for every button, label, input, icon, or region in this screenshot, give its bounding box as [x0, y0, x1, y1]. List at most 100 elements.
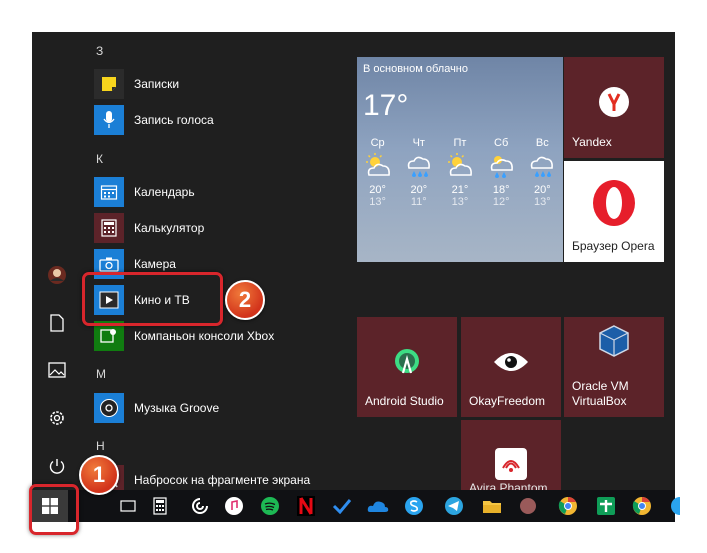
onedrive-icon: [367, 501, 389, 512]
forecast-day: Сб 18° 12°: [482, 137, 520, 208]
app-item-sticky-notes[interactable]: Записки: [94, 67, 324, 101]
tile-virtualbox[interactable]: Oracle VM VirtualBox: [564, 317, 664, 417]
tile-yandex[interactable]: Yandex: [564, 57, 664, 158]
highlight-start-button: [29, 484, 79, 535]
tile-label: Android Studio: [365, 394, 444, 408]
tile-avira-phantom[interactable]: Avira Phantom: [461, 420, 561, 490]
day-low: 11°: [410, 196, 427, 208]
virtualbox-icon: [599, 325, 629, 357]
partly-cloudy-icon: [365, 153, 390, 176]
app-label: Компаньон консоли Xbox: [134, 329, 275, 343]
tile-label: OkayFreedom: [469, 394, 546, 408]
taskbar-app[interactable]: [556, 494, 580, 518]
day-low: 13°: [369, 196, 386, 208]
forecast-day: Ср 20° 13°: [359, 137, 397, 208]
spotify-icon: [261, 497, 279, 515]
start-rail: [32, 32, 82, 490]
day-low: 13°: [534, 196, 551, 208]
taskbar-app[interactable]: [594, 494, 618, 518]
pictures-icon: [48, 362, 66, 378]
weather-tile[interactable]: В основном облачно 17° Ср 20° 13° Чт 20°…: [357, 57, 563, 262]
forecast-day: Вс 20° 13°: [523, 137, 561, 208]
tile-label: Avira Phantom: [469, 481, 548, 490]
documents-button[interactable]: [32, 301, 82, 345]
app-item-groove-music[interactable]: Музыка Groove: [94, 391, 324, 425]
task-view-icon: [120, 500, 136, 512]
taskbar-app[interactable]: [480, 494, 504, 518]
tile-okayfreedom[interactable]: OkayFreedom: [461, 317, 561, 417]
taskbar-app[interactable]: [148, 494, 172, 518]
day-high: 21°: [451, 184, 469, 196]
section-letter[interactable]: Н: [96, 439, 105, 453]
app-item-calendar[interactable]: Календарь: [94, 175, 324, 209]
day-high: 20°: [410, 184, 428, 196]
app-label: Набросок на фрагменте экрана: [134, 473, 311, 487]
user-avatar[interactable]: [32, 253, 82, 297]
section-letter[interactable]: М: [96, 367, 106, 381]
section-letter[interactable]: К: [96, 152, 103, 166]
taskbar-app[interactable]: [188, 494, 212, 518]
taskbar-app[interactable]: [116, 494, 140, 518]
app-item-calculator[interactable]: Калькулятор: [94, 211, 324, 245]
taskbar-app[interactable]: [662, 494, 686, 518]
sun-rain-icon: [490, 156, 514, 178]
day-high: 20°: [369, 184, 386, 196]
chrome-canary-icon: [558, 497, 577, 515]
app-item-snip-sketch[interactable]: Набросок на фрагменте экрана: [94, 463, 324, 490]
file-explorer-icon: [483, 501, 501, 513]
app-label: Запись голоса: [134, 113, 214, 127]
calculator-icon: [94, 213, 124, 243]
cortana-icon: [192, 498, 208, 514]
eye-icon: [494, 353, 528, 371]
app-label: Музыка Groove: [134, 401, 220, 415]
pictures-button[interactable]: [32, 348, 82, 392]
tile-label: Браузер Opera: [572, 239, 655, 253]
taskbar-app[interactable]: [258, 494, 282, 518]
skype-icon: [405, 497, 423, 515]
app-list: З Записки Запись голоса К Календарь Каль…: [82, 32, 332, 490]
section-letter[interactable]: З: [96, 44, 103, 58]
taskbar-app[interactable]: [630, 494, 654, 518]
day-name: Сб: [494, 137, 509, 149]
taskbar-app[interactable]: [442, 494, 466, 518]
tile-android-studio[interactable]: Android Studio: [357, 317, 457, 417]
voice-recorder-icon: [94, 105, 124, 135]
blurred-app-icon: [520, 498, 536, 514]
forecast-day: Пт 21° 13°: [441, 137, 479, 208]
day-name: Пт: [453, 137, 467, 149]
tile-label: Oracle VM VirtualBox: [572, 379, 629, 408]
taskbar-app[interactable]: [330, 494, 354, 518]
avira-icon: [495, 448, 527, 480]
app-item-voice-recorder[interactable]: Запись голоса: [94, 103, 324, 137]
weather-forecast: Ср 20° 13° Чт 20° 11° Пт 21° 13° Сб 18°: [357, 137, 563, 208]
app-label: Записки: [134, 77, 180, 91]
yandex-icon: [599, 87, 629, 117]
taskbar-app[interactable]: [222, 494, 246, 518]
android-studio-icon: [395, 349, 419, 374]
rain-icon: [531, 156, 554, 177]
power-button[interactable]: [32, 444, 82, 488]
taskbar-app[interactable]: [366, 494, 390, 518]
sheets-icon: [597, 497, 615, 515]
edge-icon: [671, 497, 680, 515]
weather-temperature: 17°: [363, 89, 409, 122]
calculator-icon: [153, 497, 167, 515]
day-high: 18°: [492, 184, 510, 196]
power-icon: [49, 459, 65, 474]
telegram-icon: [445, 497, 463, 515]
taskbar-app[interactable]: [402, 494, 426, 518]
rain-icon: [407, 156, 430, 177]
start-menu: З Записки Запись голоса К Календарь Каль…: [32, 32, 675, 490]
day-name: Вс: [535, 137, 549, 149]
tile-opera[interactable]: Браузер Opera: [564, 161, 664, 262]
taskbar-app[interactable]: [516, 494, 540, 518]
settings-button[interactable]: [32, 396, 82, 440]
app-label: Календарь: [134, 185, 195, 199]
day-name: Чт: [412, 137, 425, 149]
day-low: 13°: [451, 196, 469, 208]
forecast-day: Чт 20° 11°: [400, 137, 438, 208]
taskbar-app[interactable]: [294, 494, 318, 518]
step-badge-2: 2: [225, 280, 265, 320]
groove-music-icon: [94, 393, 124, 423]
calendar-icon: [94, 177, 124, 207]
